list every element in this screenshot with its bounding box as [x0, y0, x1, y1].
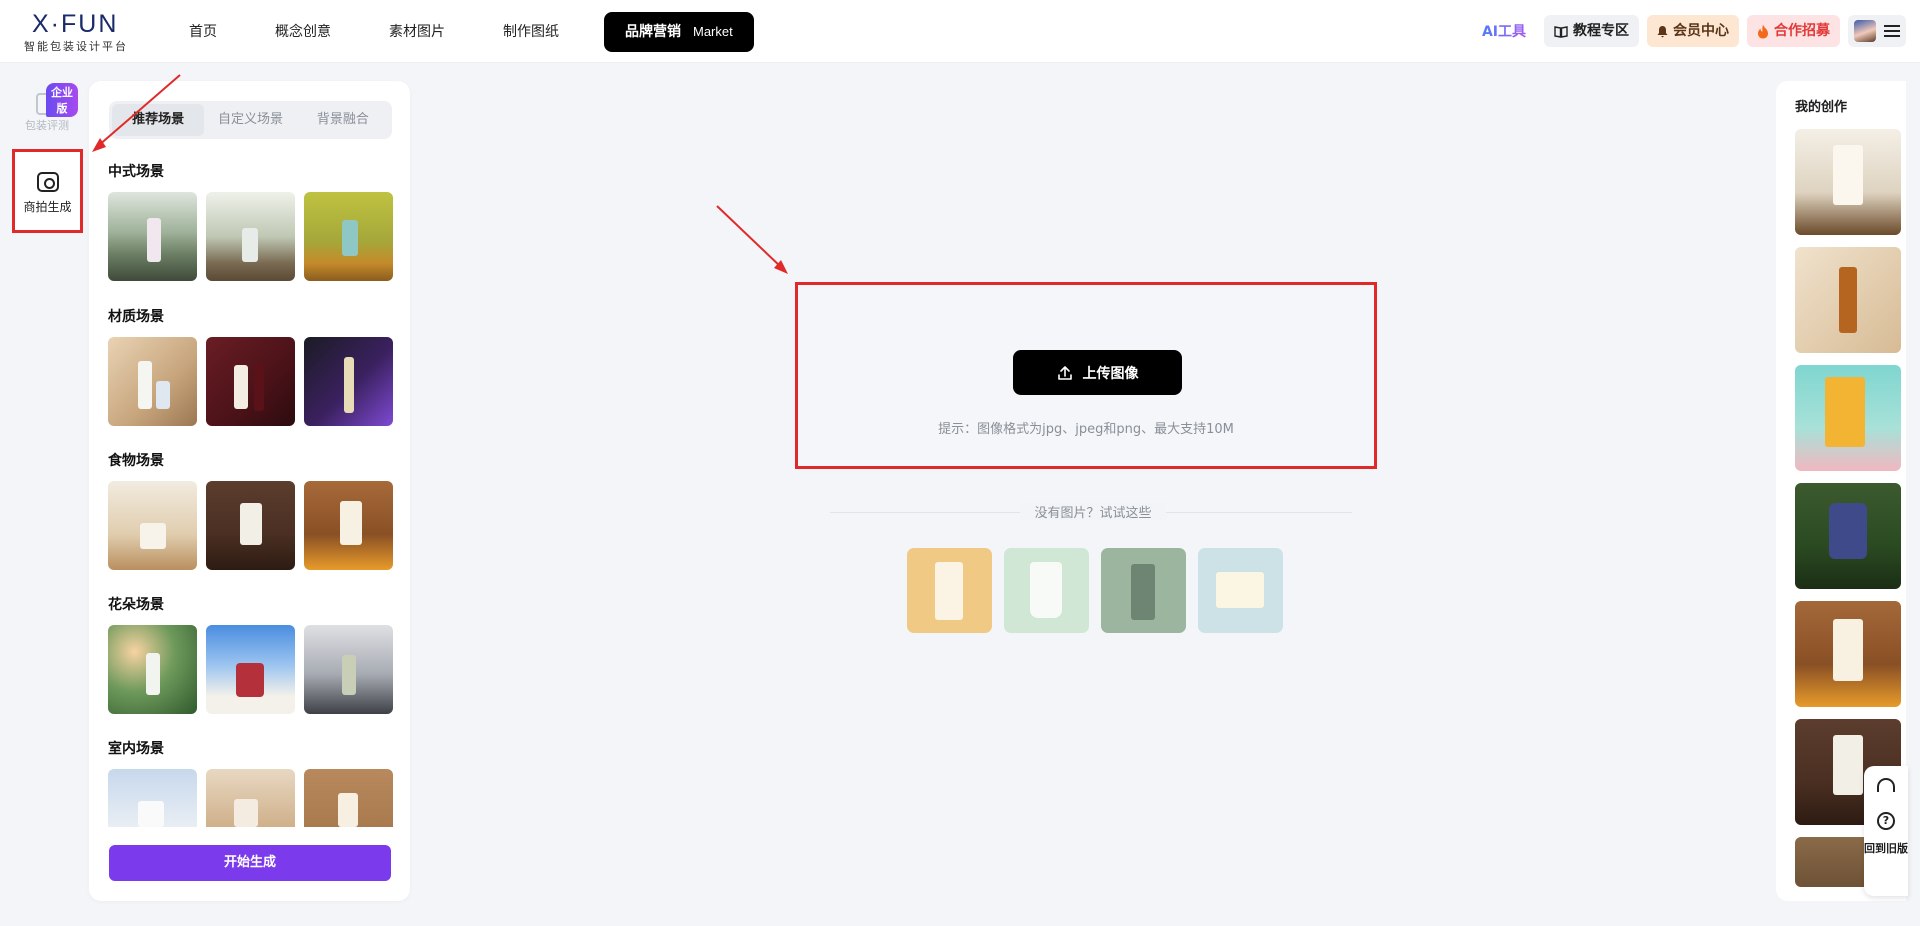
headset-icon[interactable] [1877, 778, 1895, 792]
scene-thumb[interactable] [304, 481, 393, 570]
enterprise-badge: 企业版 [46, 83, 78, 117]
sample-image[interactable] [1101, 548, 1186, 633]
logo-subtitle: 智能包装设计平台 [24, 40, 128, 53]
scene-thumb[interactable] [108, 481, 197, 570]
scene-thumb[interactable] [108, 192, 197, 281]
header-actions: AI工具 教程专区 会员中心 合作招募 [1482, 15, 1906, 47]
scene-thumb[interactable] [108, 769, 197, 827]
food-thumbs [108, 481, 393, 570]
scene-thumb[interactable] [206, 625, 295, 714]
tab-recommended[interactable]: 推荐场景 [112, 104, 205, 136]
scene-tabs: 推荐场景 自定义场景 背景融合 [109, 101, 392, 139]
logo-mark: X·FUN [32, 10, 119, 38]
upload-icon [1057, 365, 1072, 380]
upload-dropzone[interactable]: 上传图像 提示：图像格式为jpg、jpeg和png、最大支持10M [795, 282, 1377, 469]
user-menu[interactable] [1848, 15, 1906, 47]
ai-tools-link[interactable]: AI工具 [1482, 21, 1526, 41]
main-nav: 首页 概念创意 素材图片 制作图纸 品牌营销 Market [170, 12, 774, 52]
category-material: 材质场景 [108, 309, 164, 325]
work-thumb[interactable] [1795, 483, 1901, 589]
partner-recruit-button[interactable]: 合作招募 [1747, 15, 1840, 47]
scene-thumb[interactable] [206, 481, 295, 570]
nav-materials[interactable]: 素材图片 [370, 12, 464, 52]
nav-market-tag: Market [693, 24, 733, 39]
category-flower: 花朵场景 [108, 597, 164, 613]
scene-thumb[interactable] [304, 769, 393, 827]
scene-thumb[interactable] [206, 192, 295, 281]
category-food: 食物场景 [108, 453, 164, 469]
menu-icon[interactable] [1884, 25, 1900, 37]
category-indoor: 室内场景 [108, 741, 164, 757]
question-icon[interactable]: ? [1877, 812, 1895, 830]
sample-image[interactable] [1198, 548, 1283, 633]
scene-panel: 推荐场景 自定义场景 背景融合 中式场景 材质场景 食物场景 花朵场景 室内场景… [89, 81, 410, 901]
work-thumb[interactable] [1795, 247, 1901, 353]
scene-thumb[interactable] [304, 625, 393, 714]
nav-brand-marketing[interactable]: 品牌营销 Market [604, 12, 754, 52]
partner-label: 合作招募 [1774, 23, 1830, 39]
work-thumb[interactable] [1795, 129, 1901, 235]
rail-package-eval[interactable]: 企业版 包装评测 [16, 83, 78, 133]
tutorial-button[interactable]: 教程专区 [1544, 15, 1639, 47]
upload-hint: 提示：图像格式为jpg、jpeg和png、最大支持10M [938, 422, 1234, 437]
tab-background-blend[interactable]: 背景融合 [297, 104, 389, 136]
upload-image-button[interactable]: 上传图像 [1013, 350, 1182, 395]
rail-product-shoot[interactable]: 商拍生成 [12, 149, 83, 233]
scene-thumb[interactable] [206, 337, 295, 426]
fire-icon [1758, 24, 1768, 38]
camera-plus-icon [36, 172, 59, 192]
sample-image[interactable] [1004, 548, 1089, 633]
nav-brand-marketing-label: 品牌营销 [625, 24, 681, 40]
scene-thumb[interactable] [206, 769, 295, 827]
book-icon [1554, 25, 1568, 38]
tab-custom[interactable]: 自定义场景 [204, 104, 296, 136]
my-works-title: 我的创作 [1795, 100, 1848, 115]
sample-images [907, 548, 1283, 633]
start-generate-button[interactable]: 开始生成 [109, 845, 391, 881]
tutorial-label: 教程专区 [1573, 23, 1629, 39]
scene-thumb[interactable] [108, 625, 197, 714]
bell-icon [1657, 25, 1668, 37]
upload-image-label: 上传图像 [1082, 365, 1139, 382]
category-chinese: 中式场景 [108, 164, 164, 180]
nav-concept[interactable]: 概念创意 [256, 12, 350, 52]
scene-thumb[interactable] [108, 337, 197, 426]
nav-drawings[interactable]: 制作图纸 [484, 12, 578, 52]
floating-toolbar: ? 回到旧版 [1864, 766, 1908, 896]
rail-eval-label: 包装评测 [25, 119, 69, 132]
top-bar: X·FUN 智能包装设计平台 首页 概念创意 素材图片 制作图纸 品牌营销 Mar… [0, 0, 1920, 63]
scene-thumb[interactable] [304, 192, 393, 281]
member-label: 会员中心 [1673, 23, 1729, 39]
work-thumb[interactable] [1795, 601, 1901, 707]
try-samples-text: 没有图片？试试这些 [1020, 502, 1166, 521]
back-to-old-version[interactable]: 回到旧版 [1864, 842, 1908, 856]
sample-image[interactable] [907, 548, 992, 633]
indoor-thumbs [108, 769, 393, 827]
chinese-thumbs [108, 192, 393, 281]
nav-home[interactable]: 首页 [170, 12, 236, 52]
flower-thumbs [108, 625, 393, 714]
logo[interactable]: X·FUN 智能包装设计平台 [24, 12, 144, 54]
material-thumbs [108, 337, 393, 426]
avatar[interactable] [1854, 20, 1876, 42]
rail-shoot-label: 商拍生成 [23, 200, 72, 214]
scene-thumb[interactable] [304, 337, 393, 426]
work-thumb[interactable] [1795, 365, 1901, 471]
member-center-button[interactable]: 会员中心 [1647, 15, 1739, 47]
